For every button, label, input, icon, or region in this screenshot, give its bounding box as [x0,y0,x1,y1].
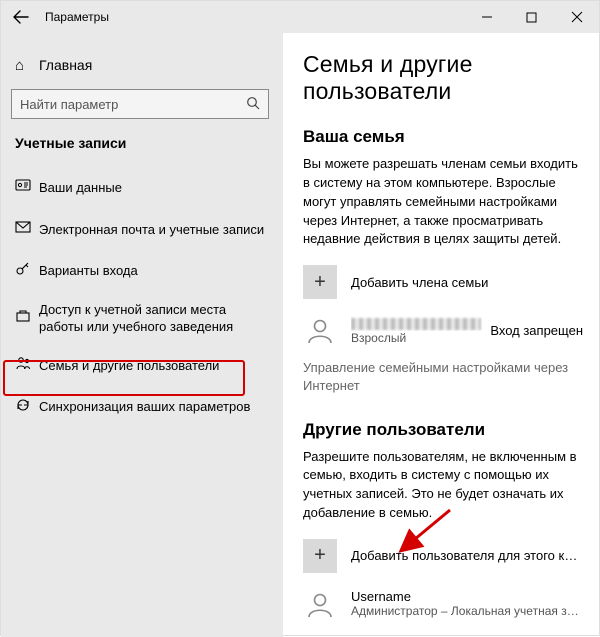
add-family-member-button[interactable]: + Добавить члена семьи [303,265,583,299]
sidebar-item-label: Синхронизация ваших параметров [39,399,269,415]
section-others-description: Разрешите пользователям, не включенным в… [303,448,583,523]
add-other-user-label: Добавить пользователя для этого компь... [351,548,583,563]
sidebar-item-label: Варианты входа [39,263,269,279]
sync-icon [15,397,39,419]
redacted-name [351,318,481,330]
sidebar-item-family[interactable]: Семья и другие пользователи [1,345,283,387]
plus-icon: + [303,265,337,299]
sidebar-item-signin-options[interactable]: Варианты входа [1,251,283,293]
plus-icon: + [303,539,337,573]
family-member-row[interactable]: Взрослый Вход запрещен [303,313,583,347]
sidebar-home[interactable]: ⌂ Главная [1,51,283,79]
other-user-name: Username [351,589,583,604]
family-member-name [351,316,482,331]
family-icon [15,355,39,377]
titlebar: Параметры [1,1,599,33]
mail-icon [15,219,39,241]
back-button[interactable] [1,1,41,33]
search-placeholder: Найти параметр [20,97,246,112]
briefcase-icon [15,308,39,330]
search-icon [246,96,260,113]
family-manage-link[interactable]: Управление семейными настройками через И… [303,359,583,395]
sidebar-home-label: Главная [39,57,92,73]
sidebar: ⌂ Главная Найти параметр Учетные записи … [1,33,283,637]
section-family-title: Ваша семья [303,127,583,147]
page-title: Семья и другие пользователи [303,51,583,105]
window-title: Параметры [41,10,109,24]
sidebar-item-label: Семья и другие пользователи [39,358,269,374]
search-input[interactable]: Найти параметр [11,89,269,119]
sidebar-item-your-info[interactable]: Ваши данные [1,167,283,209]
other-user-role: Администратор – Локальная учетная зап... [351,604,583,618]
sidebar-item-sync[interactable]: Синхронизация ваших параметров [1,387,283,429]
key-icon [15,261,39,283]
avatar-icon [303,313,337,347]
maximize-button[interactable] [509,1,554,33]
sidebar-item-label: Ваши данные [39,180,269,196]
sidebar-group-title: Учетные записи [1,135,283,155]
sidebar-item-work-access[interactable]: Доступ к учетной записи места работы или… [1,292,283,345]
sidebar-item-label: Электронная почта и учетные записи [39,222,269,238]
minimize-button[interactable] [464,1,509,33]
back-arrow-icon [13,9,29,25]
avatar-icon [303,587,337,621]
sidebar-item-email-accounts[interactable]: Электронная почта и учетные записи [1,209,283,251]
add-other-user-button[interactable]: + Добавить пользователя для этого компь.… [303,539,583,573]
close-button[interactable] [554,1,599,33]
user-data-icon [15,177,39,199]
sidebar-item-label: Доступ к учетной записи места работы или… [39,302,269,335]
other-user-row[interactable]: Username Администратор – Локальная учетн… [303,587,583,621]
home-icon: ⌂ [15,57,39,74]
family-member-status: Вход запрещен [482,323,583,338]
section-family-description: Вы можете разрешать членам семьи входить… [303,155,583,249]
family-member-role: Взрослый [351,331,482,345]
section-others-title: Другие пользователи [303,420,583,440]
main-panel: Семья и другие пользователи Ваша семья В… [283,33,599,637]
add-family-label: Добавить члена семьи [351,275,488,290]
